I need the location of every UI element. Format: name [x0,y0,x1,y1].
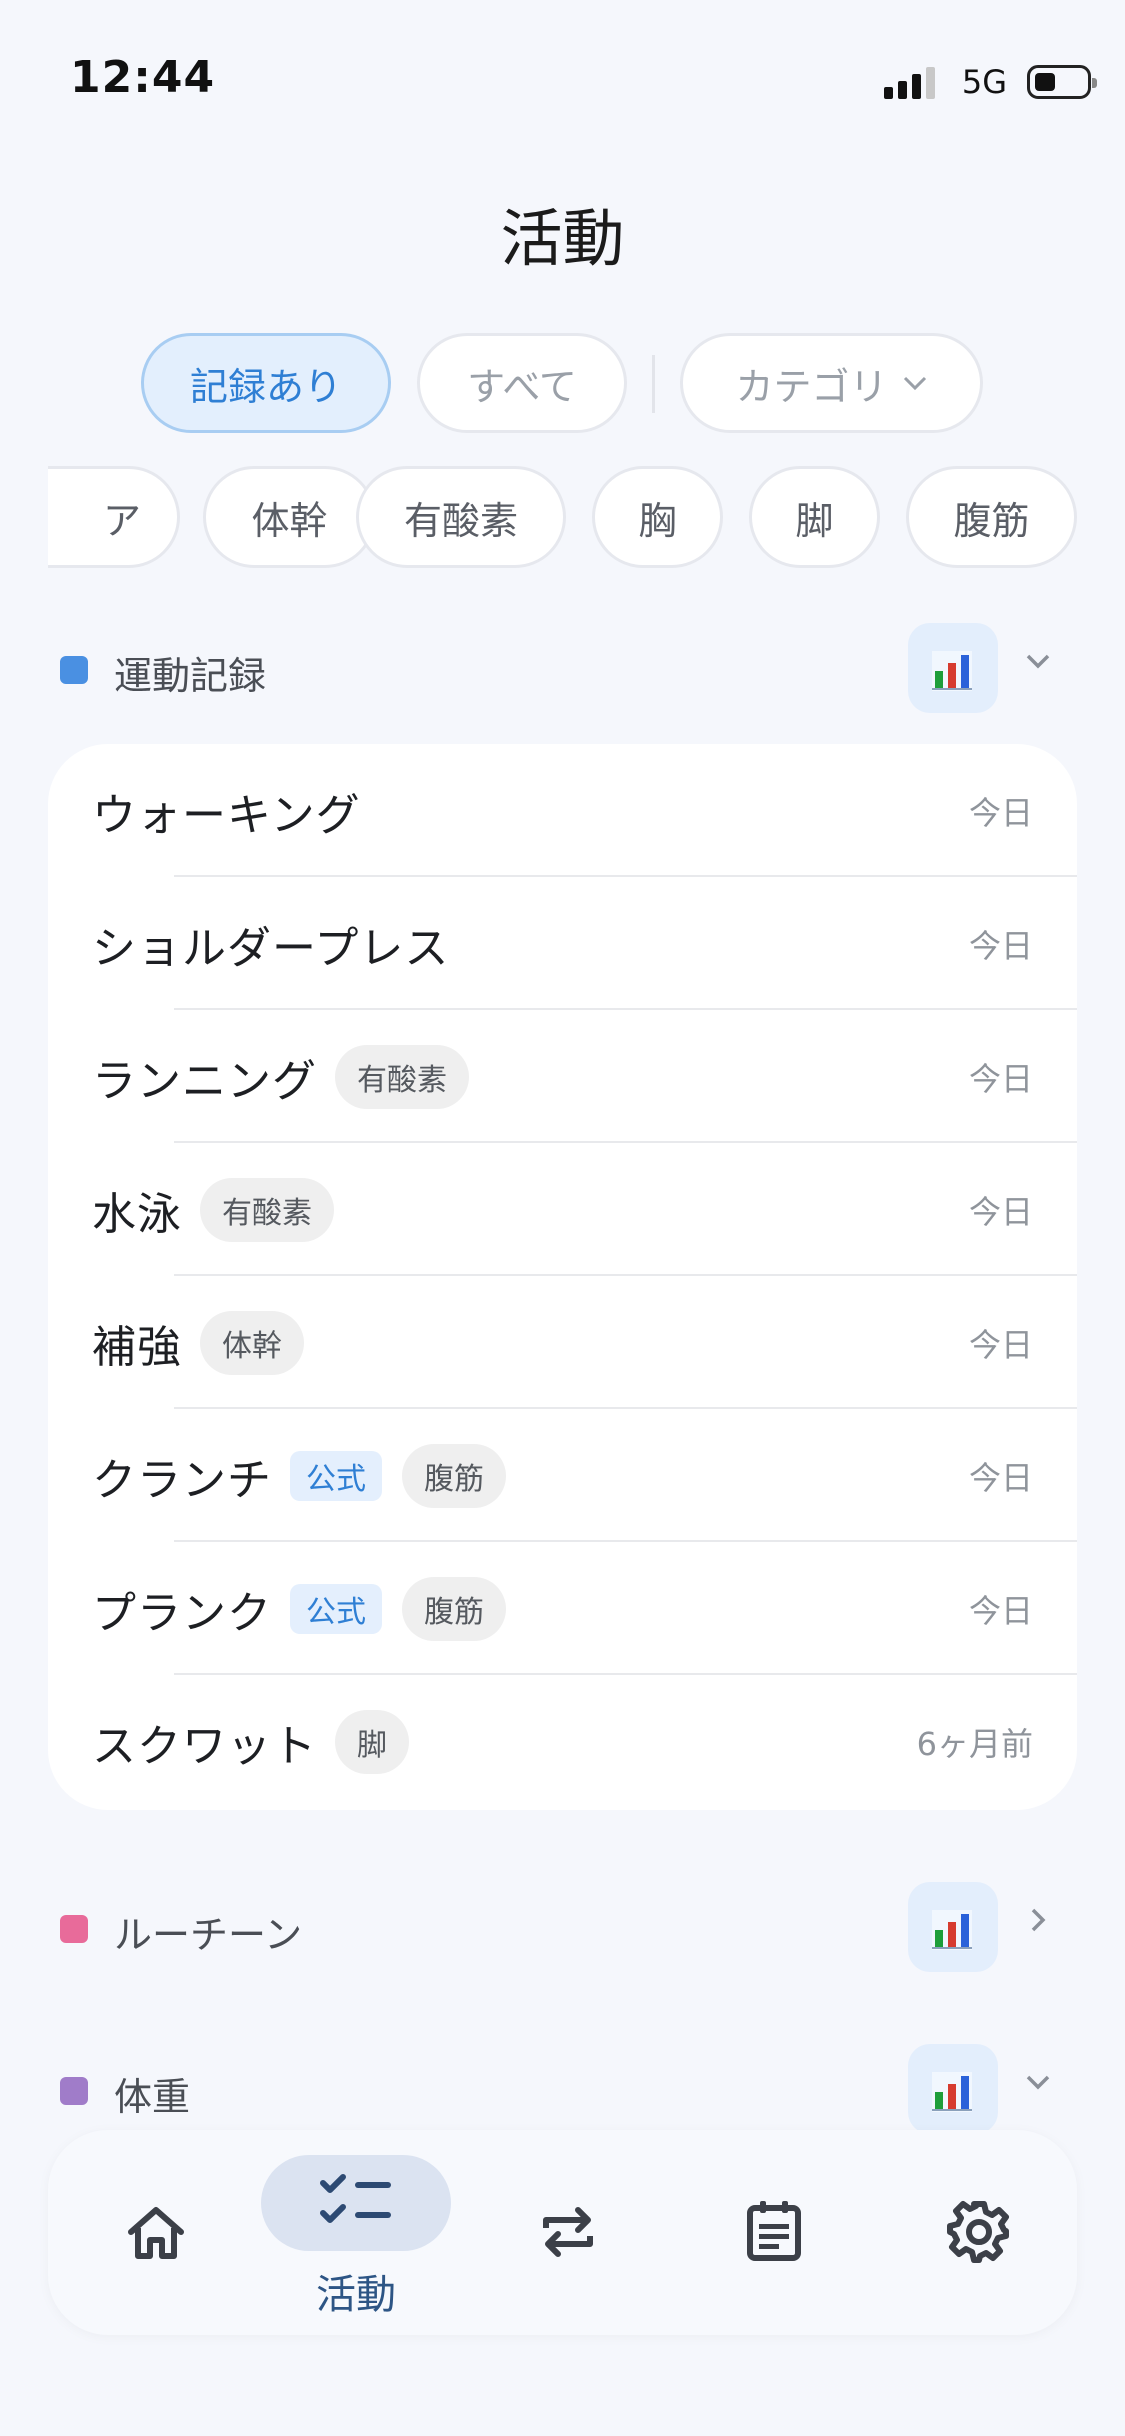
section-weight-header[interactable]: 体重 [0,2044,1125,2138]
filter-all[interactable]: すべて [417,333,627,433]
category-tag: 腹筋 [402,1443,506,1508]
activity-date: 今日 [968,926,1033,965]
section-color-dot [60,1915,88,1943]
bar-chart-icon [932,2072,972,2112]
nav-activity-active-pill[interactable] [261,2155,451,2251]
category-tag: 脚 [335,1709,409,1774]
chart-icon-button[interactable] [908,1882,998,1972]
category-chip[interactable]: 有酸素 [356,466,566,568]
section-label: 体重 [114,2075,191,2119]
category-chip[interactable]: 胸 [592,466,723,568]
signal-icon [883,65,940,99]
filter-category-label: カテゴリ [735,364,888,409]
activity-name: スクワット [92,1720,317,1772]
activity-date: 今日 [968,1325,1033,1364]
filter-divider [652,355,655,413]
category-tag: 有酸素 [200,1177,334,1242]
category-tag: 腹筋 [402,1576,506,1641]
section-color-dot [60,2077,88,2105]
filter-category-dropdown[interactable]: カテゴリ [680,333,983,433]
official-badge: 公式 [290,1583,382,1634]
list-item[interactable]: ショルダープレス 今日 [48,877,1077,1010]
category-chip-row: ア 体幹 有酸素 胸 脚 腹筋 [48,466,1077,568]
bar-chart-icon [932,651,972,691]
category-tag: 体幹 [200,1310,304,1375]
gear-icon [947,2201,1009,2263]
status-indicators: 5G [883,62,1097,102]
chevron-right-icon[interactable] [1020,1902,1056,1947]
activity-date: 今日 [968,1059,1033,1098]
section-exercise-header[interactable]: 運動記録 [0,623,1125,717]
list-item[interactable]: スクワット 脚 6ヶ月前 [48,1675,1077,1808]
repeat-icon [543,2207,593,2257]
list-item[interactable]: クランチ 公式 腹筋 今日 [48,1409,1077,1542]
category-chip-label: 脚 [795,498,834,543]
nav-activity-label: 活動 [316,2272,396,2318]
section-routine-header[interactable]: ルーチーン [0,1882,1125,1976]
list-item[interactable]: ランニング 有酸素 今日 [48,1010,1077,1143]
activity-name: プランク [92,1587,272,1639]
activity-name: ショルダープレス [92,922,450,974]
activity-name: 補強 [92,1321,182,1373]
list-item[interactable]: 補強 体幹 今日 [48,1276,1077,1409]
chevron-down-icon[interactable] [1020,2064,1056,2109]
category-chip-label: 胸 [638,498,677,543]
activity-name: 水泳 [92,1188,182,1240]
home-icon [128,2207,184,2259]
battery-icon [1027,65,1097,99]
section-label: 運動記録 [114,654,267,698]
page-title: 活動 [500,202,625,275]
category-chip-label: ア [102,498,141,543]
chevron-down-icon[interactable] [1020,643,1056,688]
filter-recorded-label: 記録あり [189,364,342,409]
category-chip-label: 体幹 [251,498,328,543]
section-label: ルーチーン [114,1913,303,1957]
network-type: 5G [961,63,1007,101]
category-tag: 有酸素 [335,1044,469,1109]
filter-recorded[interactable]: 記録あり [141,333,391,433]
category-chip-label: 腹筋 [953,498,1030,543]
activity-list-card: ウォーキング 今日 ショルダープレス 今日 ランニング 有酸素 今日 水泳 有酸… [48,744,1077,1810]
category-chip-label: 有酸素 [403,498,518,543]
nav-routine[interactable] [488,2130,648,2335]
status-time: 12:44 [70,52,216,103]
filter-all-label: すべて [467,364,577,409]
checklist-icon [320,2174,391,2223]
activity-date: 6ヶ月前 [916,1724,1033,1763]
category-chip[interactable]: 腹筋 [906,466,1077,568]
activity-name: クランチ [92,1454,272,1506]
list-item[interactable]: 水泳 有酸素 今日 [48,1143,1077,1276]
calendar-icon [747,2201,801,2261]
list-item[interactable]: プランク 公式 腹筋 今日 [48,1542,1077,1675]
bar-chart-icon [932,1910,972,1950]
status-bar: 12:44 5G [0,0,1125,160]
activity-date: 今日 [968,793,1033,832]
list-item[interactable]: ウォーキング 今日 [48,744,1077,877]
chart-icon-button[interactable] [908,623,998,713]
nav-calendar[interactable] [694,2130,854,2335]
category-chip[interactable]: 体幹 [203,466,376,568]
category-chip[interactable]: ア [48,466,180,568]
activity-date: 今日 [968,1458,1033,1497]
activity-date: 今日 [968,1192,1033,1231]
category-chip[interactable]: 脚 [749,466,880,568]
nav-settings[interactable] [900,2130,1060,2335]
chevron-down-icon [902,368,928,398]
bottom-navigation: 活動 [48,2130,1077,2335]
section-color-dot [60,656,88,684]
activity-date: 今日 [968,1591,1033,1630]
official-badge: 公式 [290,1450,382,1501]
activity-name: ランニング [92,1055,317,1107]
chart-icon-button[interactable] [908,2044,998,2134]
filter-row: 記録あり すべて カテゴリ [0,333,1125,433]
activity-name: ウォーキング [92,789,361,841]
nav-home[interactable] [78,2130,238,2335]
